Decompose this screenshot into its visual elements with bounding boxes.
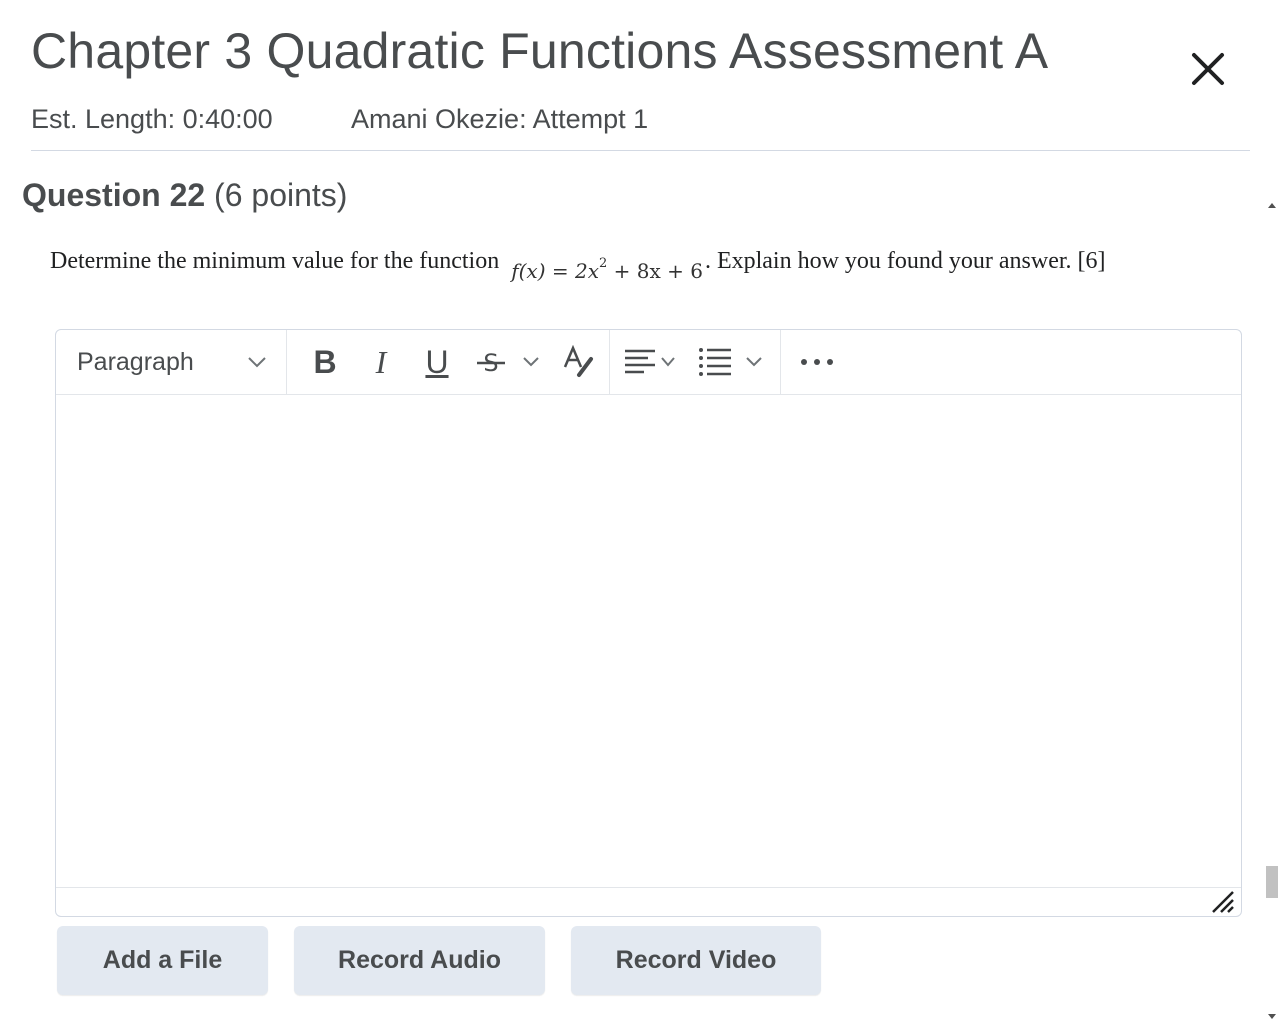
italic-button[interactable]: I xyxy=(363,340,399,384)
math-equation: f(x) = 2x2 + 8x + 6 xyxy=(511,256,703,283)
add-file-button[interactable]: Add a File xyxy=(57,926,268,995)
resize-handle-icon[interactable] xyxy=(1209,888,1235,914)
scroll-down-arrow-icon[interactable] xyxy=(1266,1010,1278,1022)
question-number: Question 22 xyxy=(22,177,206,213)
chevron-down-icon xyxy=(523,357,539,367)
underline-button[interactable]: U xyxy=(419,340,455,384)
answer-editor: Paragraph B I U S xyxy=(55,329,1242,917)
more-button[interactable] xyxy=(799,340,835,384)
chevron-down-icon xyxy=(746,357,762,367)
question-points: (6 points) xyxy=(214,177,348,213)
format-group: Paragraph xyxy=(56,330,287,394)
question-scroll-area[interactable]: Question 22 (6 points) Determine the min… xyxy=(0,151,1264,1024)
bold-icon: B xyxy=(313,343,337,380)
clear-format-button[interactable] xyxy=(561,340,595,384)
more-group xyxy=(781,330,853,394)
bold-button[interactable]: B xyxy=(307,340,343,384)
clear-format-icon xyxy=(563,345,593,377)
strikethrough-button[interactable]: S xyxy=(475,340,541,384)
editor-status-bar xyxy=(56,887,1241,916)
close-button[interactable] xyxy=(1186,47,1230,91)
record-video-button[interactable]: Record Video xyxy=(571,926,821,995)
paragraph-format-select[interactable]: Paragraph xyxy=(56,330,286,394)
list-icon xyxy=(699,348,731,376)
editor-toolbar: Paragraph B I U S xyxy=(56,330,1241,395)
scrollbar-thumb[interactable] xyxy=(1266,866,1278,898)
attempt-label: Amani Okezie: Attempt 1 xyxy=(351,104,649,134)
paragraph-group xyxy=(610,330,781,394)
text-style-group: B I U S xyxy=(287,330,610,394)
est-length: Est. Length: 0:40:00 xyxy=(31,104,273,134)
vertical-scrollbar[interactable] xyxy=(1264,196,1280,1024)
math-exponent: 2 xyxy=(598,256,608,272)
math-rhs: + 8x + 6 xyxy=(607,259,703,283)
align-button[interactable] xyxy=(624,340,676,384)
chevron-down-icon xyxy=(661,357,675,367)
italic-icon: I xyxy=(375,343,387,380)
quiz-meta: Est. Length: 0:40:00 Amani Okezie: Attemp… xyxy=(31,104,648,135)
more-icon xyxy=(801,359,833,365)
align-left-icon xyxy=(625,349,655,374)
question-prompt: Determine the minimum value for the func… xyxy=(50,248,1106,283)
scroll-up-arrow-icon[interactable] xyxy=(1266,200,1278,212)
math-lhs: f(x) = 2x xyxy=(511,259,599,283)
prompt-text-before: Determine the minimum value for the func… xyxy=(50,248,506,274)
editor-text-area[interactable] xyxy=(56,395,1241,886)
page-title: Chapter 3 Quadratic Functions Assessment… xyxy=(31,23,1049,79)
close-icon xyxy=(1192,53,1224,85)
underline-icon: U xyxy=(425,343,449,380)
prompt-text-after: . Explain how you found your answer. [6] xyxy=(704,248,1106,274)
format-select-value: Paragraph xyxy=(77,347,194,376)
question-heading: Question 22 (6 points) xyxy=(22,177,347,214)
strikethrough-icon: S xyxy=(477,349,505,377)
list-button[interactable] xyxy=(698,340,764,384)
chevron-down-icon xyxy=(248,357,266,368)
record-audio-button[interactable]: Record Audio xyxy=(294,926,545,995)
